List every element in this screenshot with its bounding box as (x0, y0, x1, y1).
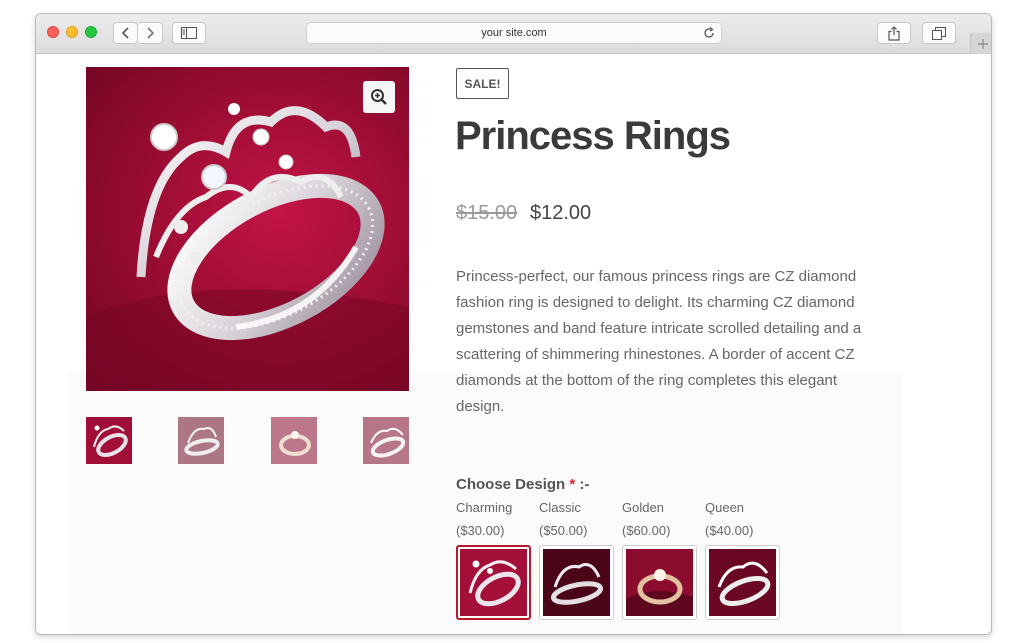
product-title: Princess Rings (455, 114, 731, 158)
design-option-swatch[interactable] (456, 545, 531, 620)
share-icon (888, 25, 900, 41)
new-tab-button[interactable] (970, 33, 991, 54)
ring-swatch-image (709, 549, 776, 616)
browser-toolbar: your site.com (36, 14, 991, 54)
close-window-button[interactable] (47, 26, 59, 38)
product-thumbnail[interactable] (86, 417, 132, 464)
design-option-golden[interactable]: Golden ($60.00) (622, 499, 702, 620)
zoom-in-icon (371, 89, 387, 105)
show-tabs-button[interactable] (922, 22, 956, 44)
design-option-classic[interactable]: Classic ($50.00) (539, 499, 619, 620)
back-button[interactable] (113, 22, 138, 44)
zoom-window-button[interactable] (85, 26, 97, 38)
ring-thumbnail-image (86, 417, 132, 464)
design-option-price: ($30.00) (456, 523, 505, 538)
product-description: Princess-perfect, our famous princess ri… (456, 268, 862, 415)
zoom-button[interactable] (363, 81, 395, 113)
design-option-name: Golden (622, 500, 664, 515)
minimize-window-button[interactable] (66, 26, 78, 38)
sidebar-icon (181, 27, 197, 39)
ring-swatch-image (543, 549, 610, 616)
ring-thumbnail-image (271, 417, 317, 464)
product-main-image[interactable] (86, 67, 409, 391)
product-thumbnail[interactable] (178, 417, 224, 464)
design-option-name: Classic (539, 500, 581, 515)
reload-icon[interactable] (703, 27, 715, 39)
ring-image (86, 103, 409, 391)
design-option-swatch[interactable] (622, 545, 697, 620)
design-option-name: Charming (456, 500, 513, 515)
original-price: $15.00 (456, 202, 518, 224)
product-thumbnail[interactable] (271, 417, 317, 464)
ring-swatch-image (626, 549, 693, 616)
choose-design-label: Choose Design * :- (456, 476, 590, 493)
design-option-name: Queen (705, 500, 745, 515)
ring-thumbnail-image (363, 417, 409, 464)
design-option-queen[interactable]: Queen ($40.00) (705, 499, 785, 620)
sale-badge: SALE! (456, 68, 509, 99)
page-content: SALE! Princess Rings $15.00 $12.00 Princ… (36, 55, 991, 634)
plus-icon (977, 38, 988, 49)
chevron-right-icon (147, 27, 155, 39)
product-thumbnail[interactable] (363, 417, 409, 464)
forward-button[interactable] (138, 22, 163, 44)
design-option-price: ($60.00) (622, 523, 671, 538)
share-button[interactable] (877, 22, 911, 44)
design-option-price: ($40.00) (705, 523, 754, 538)
sidebar-toggle-button[interactable] (172, 22, 206, 44)
address-bar[interactable]: your site.com (306, 22, 722, 44)
ring-swatch-image (460, 549, 527, 616)
design-option-charming[interactable]: Charming ($30.00) (456, 499, 536, 620)
chevron-left-icon (121, 27, 129, 39)
design-option-price: ($50.00) (539, 523, 588, 538)
address-text: your site.com (481, 27, 547, 39)
ring-thumbnail-image (178, 417, 224, 464)
design-option-swatch[interactable] (705, 545, 780, 620)
sale-price: $12.00 (530, 202, 592, 224)
browser-window: your site.com SALE! Princess Rings $15.0… (35, 13, 992, 635)
design-option-swatch[interactable] (539, 545, 614, 620)
tabs-icon (932, 26, 946, 40)
